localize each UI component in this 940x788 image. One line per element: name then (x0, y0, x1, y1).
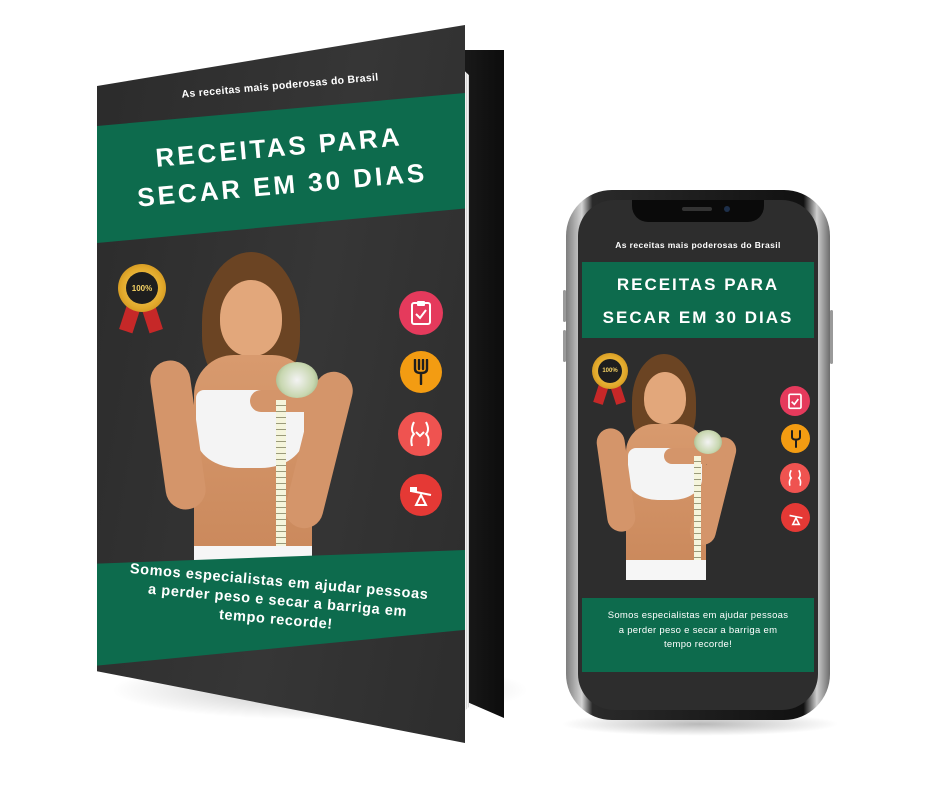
phone-description-line2: a perder peso e secar a barriga em (618, 624, 778, 636)
fork-icon (400, 351, 442, 393)
phone-description-line1: Somos especialistas em ajudar pessoas (607, 610, 789, 621)
model-photo (147, 250, 390, 580)
phone-power-button (830, 310, 833, 364)
phone-title-line1: RECEITAS PARA (616, 275, 780, 294)
scale-balance-icon (781, 503, 810, 532)
phone-tagline: As receitas mais poderosas do Brasil (615, 240, 781, 250)
clipboard-check-icon (780, 386, 810, 416)
body-shape-icon (780, 463, 810, 493)
phone-volume-button (563, 290, 566, 322)
model-photo (594, 352, 758, 580)
body-shape-icon (398, 412, 442, 456)
phone-description-line3: tempo recorde! (663, 639, 733, 650)
phone-speaker (682, 207, 712, 211)
phone-volume-button (563, 330, 566, 362)
phone-title-line2: SECAR EM 30 DIAS (602, 308, 794, 327)
clipboard-check-icon (399, 291, 443, 335)
phone-title: RECEITAS PARA SECAR EM 30 DIAS (582, 268, 814, 334)
phone-description: Somos especialistas em ajudar pessoas a … (584, 609, 812, 653)
phone-camera-icon (724, 206, 730, 212)
scale-balance-icon (400, 474, 442, 516)
phone-notch (632, 200, 764, 222)
fork-icon (781, 424, 810, 453)
